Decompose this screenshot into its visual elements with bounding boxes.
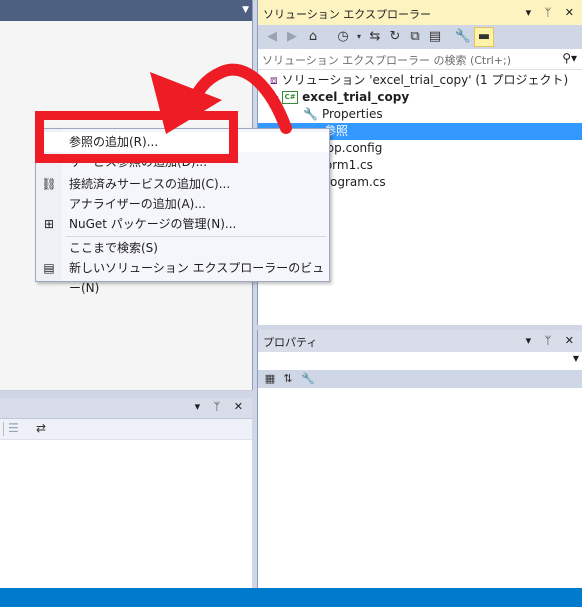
solution-explorer-window-buttons[interactable]: ▾ ᛘ ✕ (526, 6, 579, 19)
annotation-highlight-box (35, 111, 238, 163)
properties-object-dropdown[interactable]: ▼ (258, 352, 582, 371)
categorized-icon[interactable]: ▦ (261, 370, 279, 388)
menu-item-manage-nuget[interactable]: ⊞ NuGet パッケージの管理(N)... (36, 214, 329, 234)
menu-item-add-connected-service[interactable]: ⛓ 接続済みサービスの追加(C)... (36, 174, 329, 194)
bottom-left-toolbar: ☰ ⇄ (0, 419, 252, 440)
new-view-icon: ▤ (43, 261, 55, 275)
sync-with-document-icon[interactable]: ⇆ (366, 28, 384, 46)
status-bar (0, 588, 582, 607)
csharp-project-icon: C# (282, 91, 299, 104)
menu-item-scope-to-this[interactable]: ここまで検索(S) (36, 238, 329, 258)
tree-item-properties[interactable]: 🔧 Properties (303, 106, 383, 123)
search-input[interactable]: ソリューション エクスプローラー の検索 (Ctrl+;) (262, 52, 511, 68)
toolbar-separator (3, 422, 4, 436)
solution-explorer-search[interactable]: ソリューション エクスプローラー の検索 (Ctrl+;) ⚲▾ (258, 49, 582, 70)
search-icon[interactable]: ⚲▾ (562, 51, 577, 65)
solution-explorer-toolbar: ◀ ▶ ⌂ ◷ ▾ ⇆ ↻ ⧉ ▤ 🔧 ▬ (258, 25, 582, 49)
home-icon[interactable]: ⌂ (304, 28, 322, 46)
show-all-files-icon[interactable]: ▤ (426, 28, 444, 46)
nuget-icon: ⊞ (43, 217, 55, 231)
properties-wrench-icon[interactable]: 🔧 (454, 28, 472, 46)
wrench-icon: 🔧 (303, 107, 318, 121)
panel-window-buttons[interactable]: ▾ ᛘ ✕ (195, 400, 248, 413)
menu-item-add-analyzer[interactable]: アナライザーの追加(A)... (36, 194, 329, 214)
refresh-icon[interactable]: ↻ (386, 28, 404, 46)
bottom-left-panel-title: ▾ ᛘ ✕ (0, 398, 252, 419)
tab-overflow-icon[interactable]: ▼ (242, 5, 249, 15)
preview-selected-icon[interactable]: ▬ (474, 27, 494, 47)
list-icon[interactable]: ☰ (8, 421, 19, 435)
bottom-left-panel: ▾ ᛘ ✕ ☰ ⇄ (0, 398, 252, 588)
menu-item-new-solution-explorer-view[interactable]: ▤ 新しいソリューション エクスプローラーのビュー(N) (36, 258, 329, 295)
connected-service-icon: ⛓ (41, 177, 57, 191)
solution-explorer-title: ソリューション エクスプローラー (263, 8, 431, 21)
properties-toolbar: ▦ ⇅ 🔧 (258, 370, 582, 388)
properties-title: プロパティ (263, 336, 318, 349)
back-icon[interactable]: ◀ (263, 28, 281, 46)
chevron-down-icon[interactable]: ▼ (573, 354, 579, 363)
solution-explorer-title-bar: ソリューション エクスプローラー ▾ ᛘ ✕ (258, 0, 582, 25)
properties-panel: プロパティ ▾ ᛘ ✕ ▼ ▦ ⇅ 🔧 (257, 330, 582, 588)
editor-tab-bar: ▼ (0, 0, 252, 21)
tree-item-project[interactable]: ◢ C# excel_trial_copy (272, 89, 409, 106)
forward-icon[interactable]: ▶ (283, 28, 301, 46)
collapse-all-icon[interactable]: ⧉ (406, 28, 424, 46)
menu-separator (66, 236, 326, 237)
solution-icon: ⧈ (270, 73, 278, 87)
property-pages-icon[interactable]: 🔧 (299, 370, 317, 388)
alphabetical-icon[interactable]: ⇅ (279, 370, 297, 388)
expand-icon[interactable]: ◢ (272, 94, 278, 103)
tree-item-solution[interactable]: ⧈ ソリューション 'excel_trial_copy' (1 プロジェクト) (270, 72, 568, 89)
properties-window-buttons[interactable]: ▾ ᛘ ✕ (526, 334, 579, 347)
sync-icon[interactable]: ⇄ (36, 421, 46, 435)
properties-title-bar: プロパティ ▾ ᛘ ✕ (258, 330, 582, 352)
